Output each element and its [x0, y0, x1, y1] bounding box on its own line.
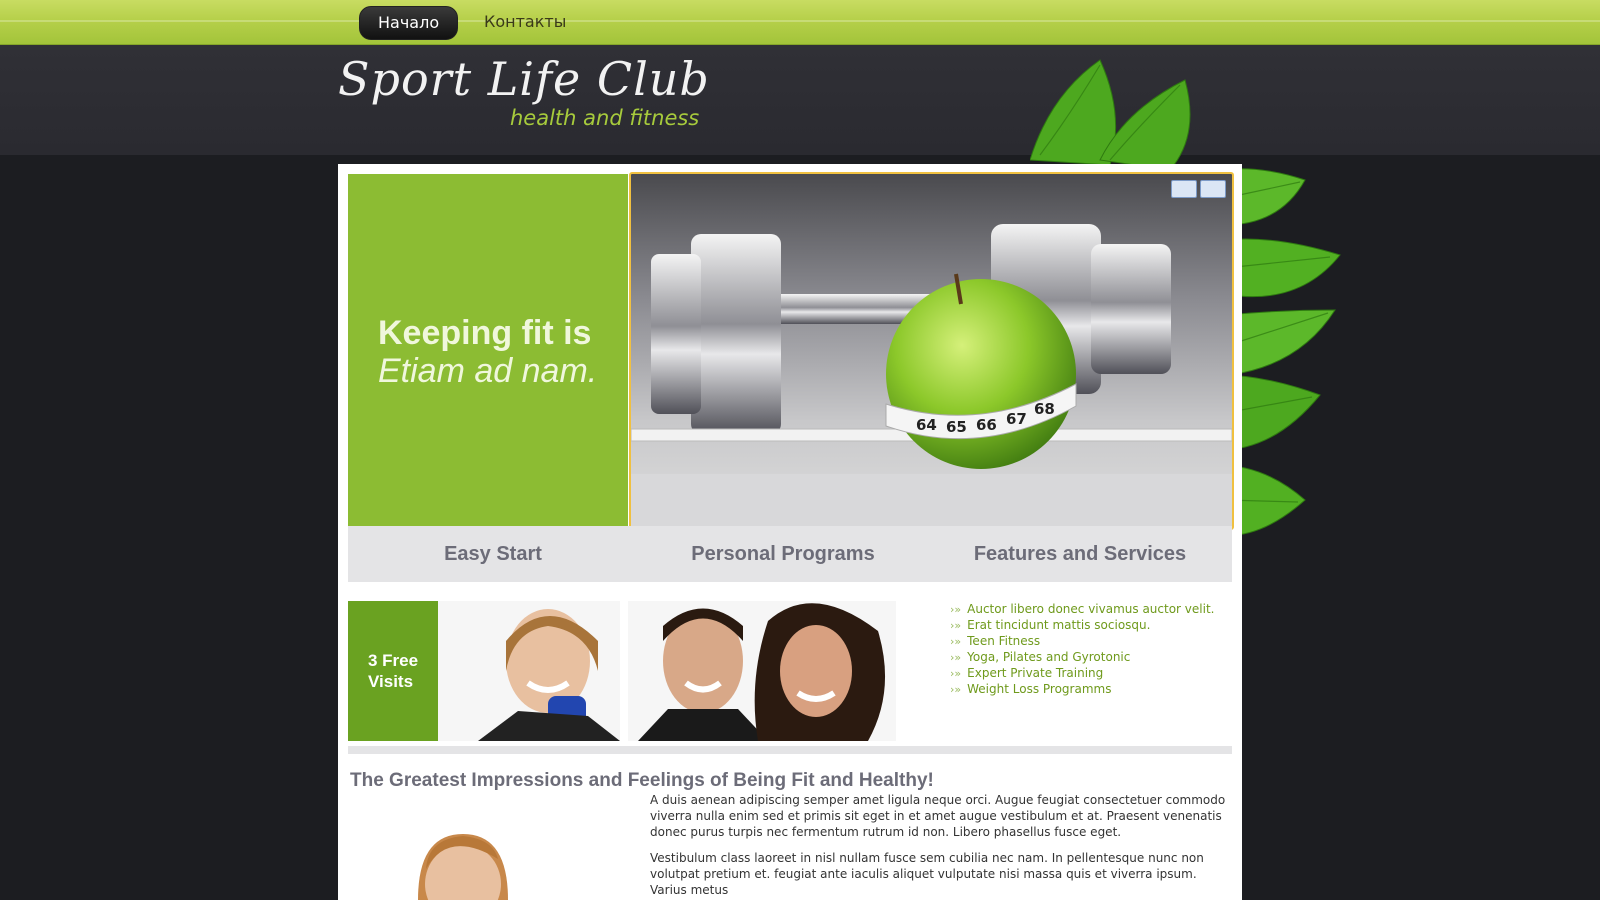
image-toolbar	[1171, 180, 1226, 198]
tab-easy-start[interactable]: Easy Start	[348, 526, 638, 582]
feature-tabs: Easy Start Personal Programs Features an…	[348, 526, 1232, 582]
list-item[interactable]: ›» Erat tincidunt mattis sociosqu.	[950, 617, 1214, 633]
nav-stripe	[0, 20, 1600, 22]
double-chevron-icon: ›»	[950, 651, 962, 664]
article-paragraph-1: A duis aenean adipiscing semper amet lig…	[650, 793, 1226, 839]
double-chevron-icon: ›»	[950, 619, 962, 632]
site-logo-title[interactable]: Sport Life Club	[338, 52, 710, 106]
woman-dumbbell-photo	[438, 601, 620, 741]
site-logo-subtitle: health and fitness	[510, 106, 700, 130]
list-item[interactable]: ›» Weight Loss Programms	[950, 681, 1214, 697]
tab-personal-programs[interactable]: Personal Programs	[638, 526, 928, 582]
double-chevron-icon: ›»	[950, 667, 962, 680]
content-panel: Keeping fit is Etiam ad nam. 64 65 66 67…	[338, 164, 1242, 900]
layout-icon[interactable]	[1171, 180, 1197, 198]
svg-text:67: 67	[1006, 410, 1027, 428]
article-photo	[378, 814, 578, 900]
hero-heading: Keeping fit is	[378, 314, 592, 352]
article-title: The Greatest Impressions and Feelings of…	[350, 770, 934, 791]
svg-text:66: 66	[976, 416, 997, 434]
svg-text:68: 68	[1034, 400, 1055, 418]
article-paragraph-2: Vestibulum class laoreet in nisl nullam …	[650, 851, 1204, 897]
free-visits-line2: Visits	[368, 672, 414, 691]
list-item[interactable]: ›» Auctor libero donec vivamus auctor vel…	[950, 601, 1214, 617]
services-list: ›» Auctor libero donec vivamus auctor vel…	[950, 601, 1214, 697]
list-item[interactable]: ›» Expert Private Training	[950, 665, 1214, 681]
free-visits-text: 3 Free Visits	[368, 650, 448, 692]
free-visits-line1: 3 Free	[368, 651, 419, 670]
hero-image[interactable]: 64 65 66 67 68	[629, 172, 1234, 530]
grid-icon[interactable]	[1200, 180, 1226, 198]
svg-text:64: 64	[916, 416, 937, 434]
double-chevron-icon: ›»	[950, 635, 962, 648]
hero-text-panel: Keeping fit is Etiam ad nam.	[348, 174, 628, 526]
list-item[interactable]: ›» Teen Fitness	[950, 633, 1214, 649]
nav-contacts-button[interactable]: Контакты	[466, 6, 584, 38]
couple-photo	[628, 601, 896, 741]
tab-features-services[interactable]: Features and Services	[928, 526, 1232, 582]
list-item[interactable]: ›» Yoga, Pilates and Gyrotonic	[950, 649, 1214, 665]
double-chevron-icon: ›»	[950, 603, 962, 616]
top-nav-bar: Начало Контакты	[0, 0, 1600, 45]
nav-home-button[interactable]: Начало	[359, 6, 459, 40]
double-chevron-icon: ›»	[950, 683, 962, 696]
svg-text:65: 65	[946, 418, 967, 436]
section-divider	[348, 746, 1232, 754]
dumbbell-apple-illustration: 64 65 66 67 68	[631, 224, 1232, 528]
hero-subheading: Etiam ad nam.	[378, 352, 598, 390]
